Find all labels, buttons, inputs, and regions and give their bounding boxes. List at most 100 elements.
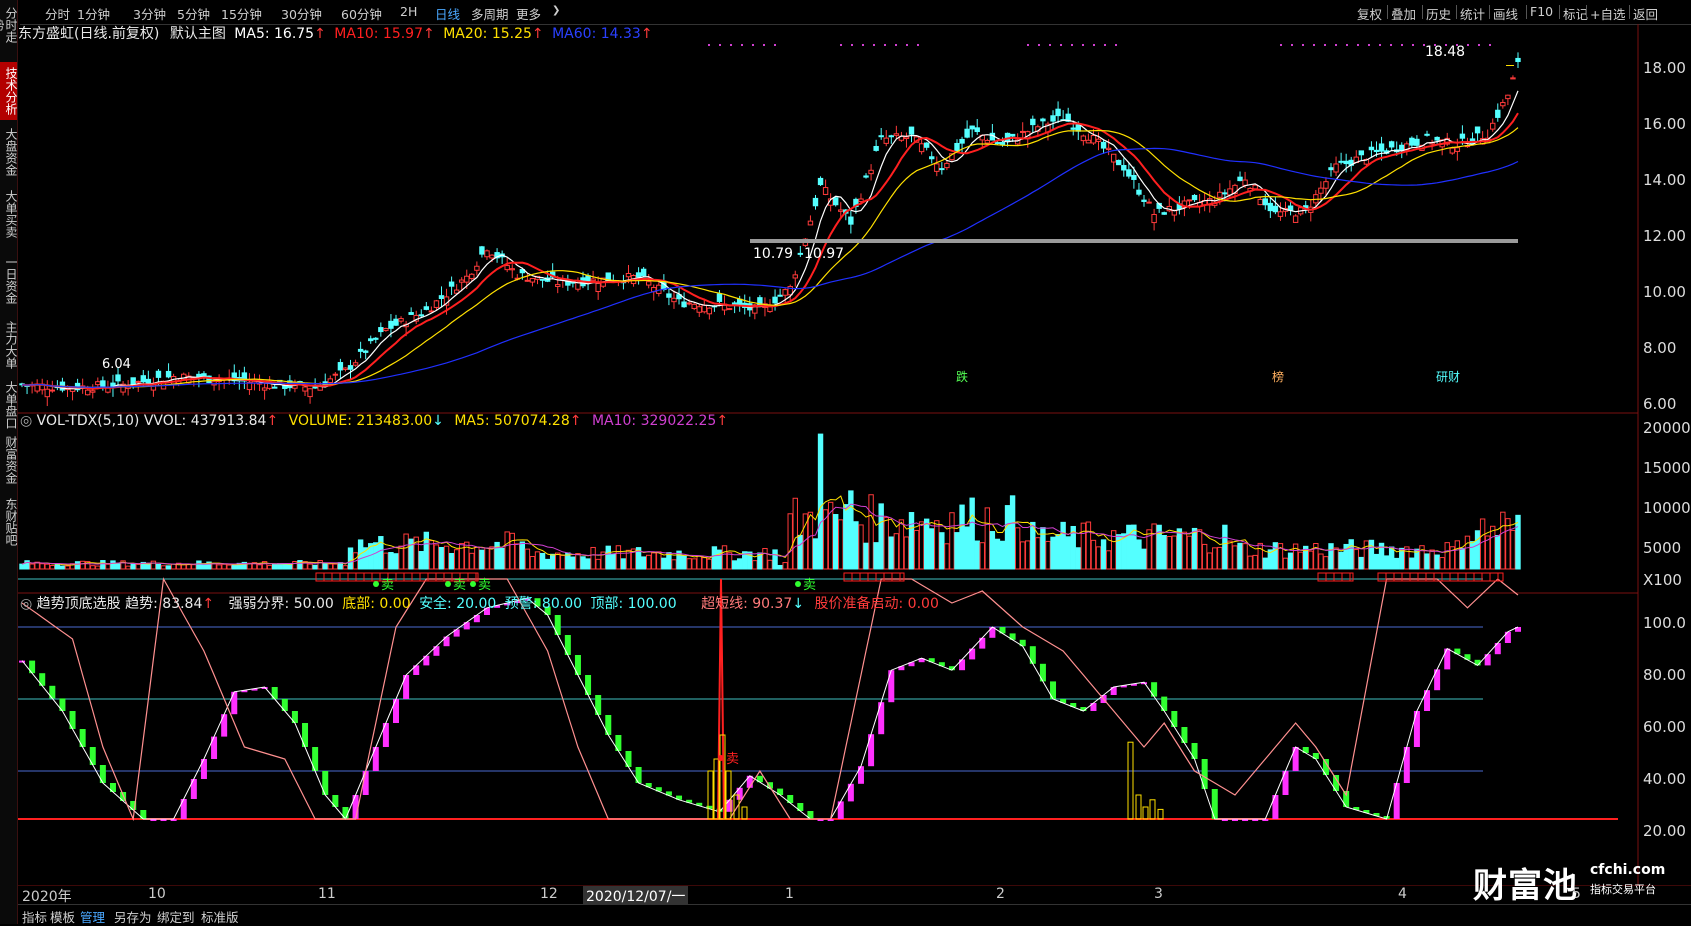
dot-icon: ◎ bbox=[20, 413, 33, 429]
strong-weak-value: 强弱分界: 50.00 bbox=[228, 596, 334, 612]
candle-body bbox=[1020, 130, 1026, 133]
toolbar-button-7[interactable]: +自选 bbox=[1590, 4, 1625, 23]
chevron-right-icon[interactable]: ❯ bbox=[552, 5, 560, 16]
chart-canvas[interactable]: 10.79 10.9718.486.04跌榜研财卖卖卖卖卖 bbox=[18, 24, 1691, 886]
period-tab-4[interactable]: 15分钟 bbox=[221, 4, 262, 23]
volume-bar bbox=[105, 563, 111, 570]
candle-body bbox=[95, 381, 101, 386]
volume-bar bbox=[221, 563, 227, 570]
sidebar-item-1[interactable]: 技术分析 bbox=[0, 62, 18, 120]
toolbar-button-6[interactable]: 标记 bbox=[1563, 4, 1588, 23]
period-tab-6[interactable]: 60分钟 bbox=[341, 4, 382, 23]
volume-bar bbox=[1045, 540, 1051, 570]
period-tab-8[interactable]: 日线 bbox=[435, 4, 460, 23]
period-tab-5[interactable]: 30分钟 bbox=[281, 4, 322, 23]
volume-bar bbox=[544, 558, 551, 570]
period-tab-0[interactable]: 分时 bbox=[45, 4, 70, 23]
volume-bar bbox=[1166, 535, 1172, 570]
bottom-tab-3[interactable]: 另存为 bbox=[114, 907, 152, 926]
candle-body bbox=[1217, 191, 1223, 198]
toolbar-button-5[interactable]: F10 bbox=[1530, 4, 1553, 19]
signal-dot bbox=[1291, 44, 1293, 46]
toolbar-button-4[interactable]: 画线 bbox=[1493, 4, 1518, 23]
x-axis-label: 10 bbox=[148, 886, 166, 902]
period-tab-7[interactable]: 2H bbox=[400, 4, 417, 19]
candle-body bbox=[378, 327, 384, 333]
period-tab-1[interactable]: 1分钟 bbox=[77, 4, 110, 23]
period-tab-10[interactable]: 更多 bbox=[516, 4, 541, 23]
bottom-tab-4[interactable]: 绑定到 bbox=[157, 907, 195, 926]
price-tick: 14.00 bbox=[1643, 171, 1686, 189]
volume-bar bbox=[1065, 536, 1071, 570]
volume-bar bbox=[605, 545, 611, 570]
x-axis-label: 12 bbox=[540, 886, 558, 902]
toolbar-separator bbox=[1422, 5, 1423, 19]
volume-bar bbox=[792, 497, 798, 570]
volume-bar bbox=[438, 546, 445, 570]
volume-bar bbox=[1126, 524, 1132, 570]
signal-dot bbox=[1368, 44, 1370, 46]
toolbar-button-2[interactable]: 历史 bbox=[1426, 4, 1451, 23]
candle-body bbox=[1272, 205, 1279, 213]
sidebar-item-6[interactable]: 大单盘口 bbox=[0, 376, 18, 434]
volume-bar bbox=[125, 565, 131, 570]
volume-bar bbox=[1363, 540, 1370, 570]
volume-bar bbox=[1338, 551, 1344, 570]
bottom-tab-1[interactable]: 模板 bbox=[50, 907, 75, 926]
indicator-tick: 20.00 bbox=[1643, 822, 1686, 840]
period-tab-2[interactable]: 3分钟 bbox=[133, 4, 166, 23]
candle-body bbox=[398, 318, 404, 322]
vol-indicator-name[interactable]: VOL-TDX(5,10) bbox=[37, 413, 140, 429]
toolbar-button-3[interactable]: 统计 bbox=[1460, 4, 1485, 23]
volume-bar bbox=[575, 553, 581, 570]
trend-bar bbox=[1282, 771, 1289, 795]
indicator-name[interactable]: 趋势顶底选股 bbox=[37, 596, 121, 612]
volume-bar bbox=[772, 549, 778, 570]
volume-bar bbox=[1479, 518, 1486, 570]
candle-body bbox=[959, 138, 965, 144]
toolbar-button-1[interactable]: 叠加 bbox=[1391, 4, 1416, 23]
template-name[interactable]: 默认主图 bbox=[170, 26, 226, 42]
candle-body bbox=[474, 265, 480, 271]
candle-body bbox=[433, 300, 440, 308]
volume-bar bbox=[1318, 553, 1324, 570]
candle-body bbox=[1085, 139, 1092, 144]
volume-bar bbox=[782, 562, 788, 570]
sidebar-item-5[interactable]: 主力大单 bbox=[0, 316, 18, 374]
sidebar-item-3[interactable]: 大单买卖 bbox=[0, 186, 18, 242]
volume-bar bbox=[322, 562, 328, 570]
up-arrow-icon: ↑ bbox=[569, 413, 582, 429]
volume-bar bbox=[332, 563, 339, 570]
top-value: 顶部: 100.00 bbox=[590, 596, 677, 612]
volume-value: VOLUME: 213483.00 bbox=[288, 413, 433, 429]
candle-body bbox=[362, 350, 369, 353]
sidebar-item-8[interactable]: 东财贴吧 bbox=[0, 494, 18, 550]
x-axis-label: 1 bbox=[785, 886, 794, 902]
bottom-tab-0[interactable]: 指标 bbox=[22, 907, 47, 926]
watermark-brand: 财富池 bbox=[1473, 866, 1578, 906]
toolbar-button-0[interactable]: 复权 bbox=[1357, 4, 1382, 23]
sidebar-item-2[interactable]: 大盘资金 bbox=[0, 122, 18, 182]
period-tab-9[interactable]: 多周期 bbox=[471, 4, 509, 23]
volume-bar bbox=[1434, 554, 1440, 570]
volume-bar bbox=[934, 520, 940, 570]
left-sidebar: 分时走势技术分析大盘资金大单买卖一日资金主力大单大单盘口财富资金东财贴吧 bbox=[0, 0, 18, 924]
sidebar-item-0[interactable]: 分时走势 bbox=[0, 2, 18, 48]
bottom-tab-5[interactable]: 标准版 bbox=[201, 907, 239, 926]
volume-bar bbox=[731, 560, 738, 570]
volume-bar bbox=[1459, 547, 1466, 570]
sidebar-item-4[interactable]: 一日资金 bbox=[0, 250, 18, 310]
candle-body bbox=[529, 277, 536, 283]
toolbar-button-8[interactable]: 返回 bbox=[1633, 4, 1658, 23]
volume-bar bbox=[681, 555, 687, 570]
signal-dot bbox=[895, 44, 897, 46]
bottom-tab-2[interactable]: 管理 bbox=[80, 907, 105, 926]
candle-body bbox=[509, 268, 515, 271]
candle-body bbox=[686, 302, 692, 305]
sidebar-item-7[interactable]: 财富资金 bbox=[0, 432, 18, 488]
up-arrow-icon: ↑ bbox=[314, 26, 326, 42]
price-tick: 12.00 bbox=[1643, 227, 1686, 245]
period-tab-3[interactable]: 5分钟 bbox=[177, 4, 210, 23]
volume-bar bbox=[898, 519, 905, 570]
volume-bar bbox=[651, 552, 657, 570]
